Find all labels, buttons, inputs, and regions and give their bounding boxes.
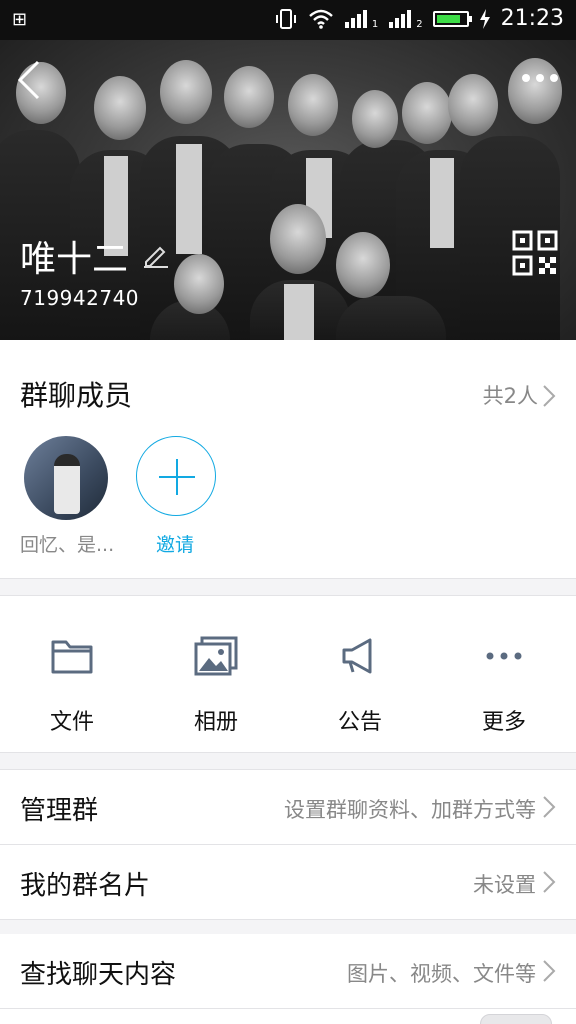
cover-figure xyxy=(284,284,314,340)
section-divider xyxy=(0,752,576,753)
row-label: 查找聊天内容 xyxy=(20,960,177,990)
search-chat-row[interactable]: 查找聊天内容 图片、视频、文件等 xyxy=(0,934,576,1008)
members-card: 群聊成员 共2人 回忆、是... 邀请 xyxy=(0,340,576,578)
cover-figure xyxy=(224,66,274,128)
cover-figure xyxy=(402,82,452,144)
action-label: 文件 xyxy=(49,710,94,735)
toggle-switch[interactable] xyxy=(480,1014,552,1024)
section-divider xyxy=(0,578,576,579)
chevron-right-icon xyxy=(542,795,556,819)
member-name: 回忆、是... xyxy=(20,534,115,556)
cover-figure xyxy=(160,60,212,124)
row-label: 管理群 xyxy=(20,796,99,826)
cover-figure xyxy=(94,76,146,140)
cover-figure xyxy=(430,158,454,248)
action-label: 相册 xyxy=(193,710,238,735)
cover-figure xyxy=(288,74,338,136)
members-title: 群聊成员 xyxy=(20,379,133,412)
cover-figure xyxy=(336,232,390,298)
cover-figure xyxy=(270,204,326,274)
member-avatar[interactable] xyxy=(24,436,108,520)
battery-icon xyxy=(432,10,472,27)
actions-card: 文件 相册 公告 更多 xyxy=(0,596,576,752)
edit-name-button[interactable] xyxy=(142,240,170,268)
clock: 21:23 xyxy=(500,6,564,31)
charging-icon xyxy=(479,8,490,29)
chevron-right-icon xyxy=(542,870,556,894)
album-action[interactable]: 相册 xyxy=(144,596,288,752)
section-divider xyxy=(0,919,576,920)
action-label: 公告 xyxy=(337,710,382,735)
chevron-right-icon[interactable] xyxy=(542,384,556,408)
qr-code-icon xyxy=(512,230,558,276)
back-button[interactable] xyxy=(12,58,48,102)
more-dots-icon xyxy=(522,74,558,82)
notification-icon: ⊞ xyxy=(12,9,28,30)
group-id: 719942740 xyxy=(20,286,140,310)
vibrate-icon xyxy=(275,8,296,29)
avatar-figure xyxy=(54,454,80,514)
cover-figure xyxy=(174,254,224,314)
row-value: 未设置 xyxy=(473,873,536,897)
row-label: 我的群名片 xyxy=(20,871,151,901)
signal-sim-label: 2 xyxy=(416,18,423,30)
more-dots-icon xyxy=(486,652,522,660)
qr-code-button[interactable] xyxy=(512,230,558,276)
megaphone-icon xyxy=(342,638,372,674)
group-name: 唯十二 xyxy=(20,239,129,280)
row-value: 图片、视频、文件等 xyxy=(347,962,536,986)
manage-group-row[interactable]: 管理群 设置群聊资料、加群方式等 xyxy=(0,770,576,844)
wifi-icon xyxy=(309,9,333,29)
cover-figure xyxy=(176,144,202,254)
more-action[interactable]: 更多 xyxy=(432,596,576,752)
row-value: 设置群聊资料、加群方式等 xyxy=(284,798,536,822)
invite-button[interactable] xyxy=(136,436,216,516)
status-bar: ⊞ 1 2 21:23 xyxy=(0,0,576,40)
more-options-button[interactable] xyxy=(518,66,562,90)
my-group-card-row[interactable]: 我的群名片 未设置 xyxy=(0,845,576,919)
files-action[interactable]: 文件 xyxy=(0,596,144,752)
folder-icon xyxy=(51,640,93,674)
signal-sim-label: 1 xyxy=(371,18,379,30)
photo-album-icon xyxy=(194,636,238,676)
action-label: 更多 xyxy=(481,710,526,735)
group-header: ⊞ 1 2 21:23 唯十二 719942740 xyxy=(0,0,576,340)
invite-label[interactable]: 邀请 xyxy=(156,530,194,557)
pencil-icon xyxy=(144,246,168,268)
signal-icon: 1 xyxy=(344,8,378,30)
cover-figure xyxy=(352,90,398,148)
chevron-right-icon xyxy=(542,959,556,983)
members-count[interactable]: 共2人 xyxy=(483,380,538,410)
signal-icon: 2 xyxy=(388,8,423,30)
announcement-action[interactable]: 公告 xyxy=(288,596,432,752)
cover-figure xyxy=(448,74,498,136)
chevron-left-icon xyxy=(17,60,40,100)
